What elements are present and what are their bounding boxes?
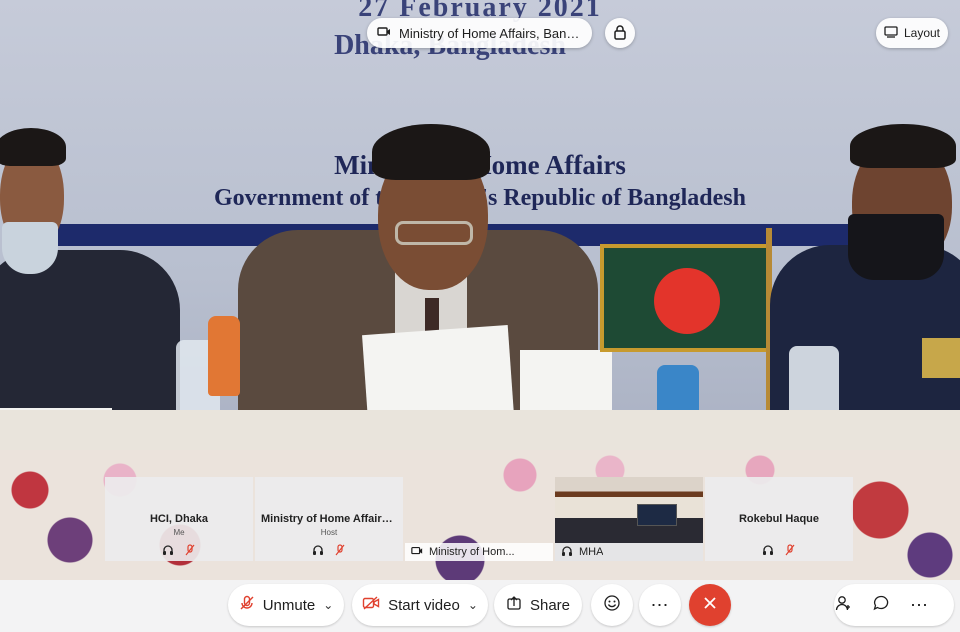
participants-icon: [834, 594, 852, 616]
close-icon: [703, 596, 717, 614]
participant-name: MHA: [579, 546, 604, 558]
chat-icon: [872, 594, 890, 616]
participant-tile-shared[interactable]: Ministry of Hom...: [405, 477, 553, 561]
side-panel-controls: ⋯: [834, 584, 954, 626]
meeting-icon: [377, 25, 391, 42]
headset-icon: [762, 543, 774, 561]
leave-meeting-button[interactable]: [689, 584, 731, 626]
participant-video: [555, 477, 703, 543]
bangladesh-flag: [600, 244, 770, 352]
more-icon: ⋯: [910, 594, 928, 615]
mic-muted-icon: [334, 543, 346, 561]
participant-tile[interactable]: Ministry of Home Affairs ... Host: [255, 477, 403, 561]
participant-caption: Ministry of Hom...: [405, 543, 553, 561]
participant-tile[interactable]: Rokebul Haque: [705, 477, 853, 561]
chat-button[interactable]: [872, 584, 890, 626]
meeting-title: Ministry of Home Affairs, Bangla...: [399, 25, 582, 41]
reactions-button[interactable]: [591, 584, 633, 626]
video-off-icon: [362, 596, 380, 614]
mic-muted-icon: [184, 543, 196, 561]
share-label: Share: [529, 596, 571, 614]
participant-caption: MHA: [555, 543, 703, 561]
participant-tile-video[interactable]: MHA: [555, 477, 703, 561]
participant-strip: HCI, Dhaka Me Ministry of Home Affairs .…: [105, 477, 855, 561]
share-icon: [506, 595, 522, 615]
participant-tile[interactable]: HCI, Dhaka Me: [105, 477, 253, 561]
layout-button[interactable]: Layout: [876, 18, 948, 48]
participant-role: Host: [320, 528, 338, 537]
participant-name: Ministry of Home Affairs ...: [261, 513, 400, 525]
lock-icon: [613, 24, 627, 43]
participant-name: Rokebul Haque: [738, 513, 820, 525]
reaction-icon: [603, 594, 621, 616]
juice-glass: [208, 316, 240, 396]
more-options-button[interactable]: ⋯: [639, 584, 681, 626]
meeting-info-pill[interactable]: Ministry of Home Affairs, Bangla...: [367, 18, 592, 48]
start-video-label: Start video: [388, 596, 460, 614]
headset-icon: [561, 545, 573, 560]
room-screen: [637, 504, 677, 526]
chevron-down-icon[interactable]: ⌄: [323, 598, 333, 612]
share-button[interactable]: Share: [494, 584, 582, 626]
unmute-button[interactable]: Unmute ⌄: [228, 584, 344, 626]
participant-name: Ministry of Hom...: [429, 546, 515, 558]
participant-role: Me: [173, 528, 185, 537]
headset-icon: [162, 543, 174, 561]
headset-icon: [312, 543, 324, 561]
participant-name: HCI, Dhaka: [149, 513, 209, 525]
start-video-button[interactable]: Start video ⌄: [352, 584, 488, 626]
mic-muted-icon: [784, 543, 796, 561]
layout-icon: [884, 25, 898, 41]
unmute-label: Unmute: [262, 596, 316, 614]
more-panels-button[interactable]: ⋯: [910, 584, 928, 626]
participants-button[interactable]: [834, 584, 852, 626]
control-bar: Unmute ⌄ Start video ⌄ Share ⋯ ⋯: [0, 580, 960, 632]
meeting-icon: [411, 545, 423, 560]
more-icon: ⋯: [650, 594, 670, 615]
layout-label: Layout: [903, 26, 941, 40]
chevron-down-icon[interactable]: ⌄: [468, 598, 478, 612]
meeting-window: 27 February 2021 Dhaka, Bangladesh Minis…: [0, 0, 960, 632]
lock-button[interactable]: [605, 18, 635, 48]
mic-muted-icon: [239, 595, 255, 615]
